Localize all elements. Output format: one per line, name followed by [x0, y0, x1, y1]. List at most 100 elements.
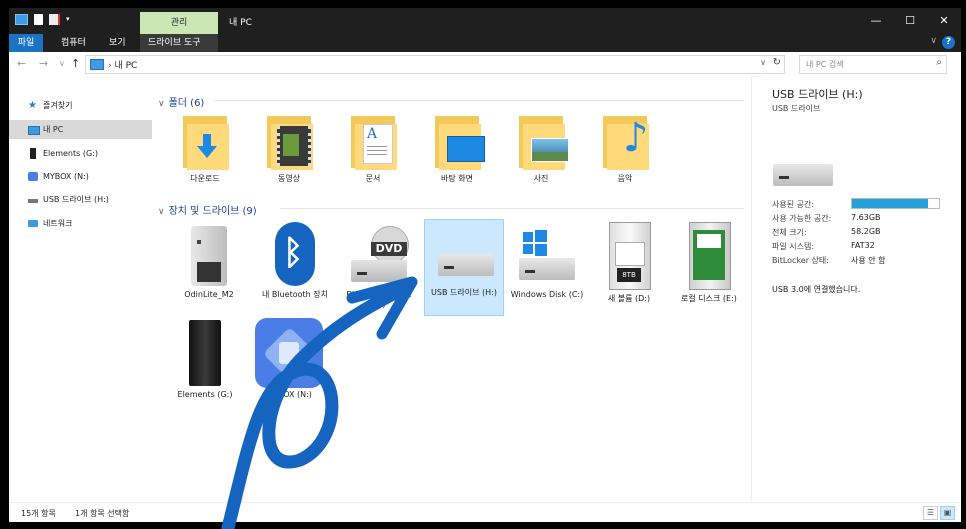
- maximize-button[interactable]: ☐: [893, 8, 927, 34]
- used-space-bar: [851, 198, 940, 209]
- mybox-icon: [28, 172, 38, 181]
- search-placeholder: 내 PC 검색: [806, 60, 844, 69]
- checklist-icon[interactable]: [49, 14, 60, 25]
- tab-view[interactable]: 보기: [101, 34, 134, 52]
- device-windows-disk[interactable]: Windows Disk (C:): [508, 222, 586, 300]
- minimize-button[interactable]: —: [859, 8, 893, 34]
- up-arrow-icon[interactable]: ↑: [71, 57, 80, 70]
- device-label: 로컬 디스크 (E:): [681, 294, 737, 303]
- drive-icon: [30, 148, 36, 159]
- device-mybox[interactable]: MYBOX (N:): [250, 318, 328, 400]
- detail-value: 58.2GB: [851, 227, 881, 236]
- collapse-caret-icon[interactable]: ∨: [158, 207, 165, 217]
- recent-dropdown-icon[interactable]: ∨: [59, 59, 65, 68]
- hard-disk-icon: 8TB: [601, 222, 657, 292]
- tab-drive-tools[interactable]: 드라이브 도구: [140, 34, 218, 52]
- folders-group-header[interactable]: ∨ 폴더 (6): [158, 94, 204, 109]
- sidebar-item-usb[interactable]: USB 드라이브 (H:): [9, 190, 152, 209]
- detail-label: 전체 크기:: [772, 228, 807, 237]
- device-local-disk[interactable]: 로컬 디스크 (E:): [670, 222, 748, 304]
- sidebar-item-favorites[interactable]: ★ 즐겨찾기: [9, 96, 152, 115]
- qat-dropdown-icon[interactable]: ▾: [66, 16, 73, 23]
- pictures-folder-icon: [515, 112, 569, 172]
- folder-label: 음악: [617, 174, 633, 183]
- detail-label: 사용된 공간:: [772, 200, 815, 209]
- desktop-folder-icon: [431, 112, 485, 172]
- large-icons-view-icon[interactable]: ▣: [940, 506, 955, 520]
- device-usb[interactable]: USB 드라이브 (H:): [424, 219, 504, 316]
- sidebar-item-network[interactable]: 네트워크: [9, 214, 152, 233]
- group-divider: [214, 100, 744, 101]
- sidebar-item-mybox[interactable]: MYBOX (N:): [9, 167, 152, 186]
- device-new-volume[interactable]: 8TB 새 볼륨 (D:): [590, 222, 668, 304]
- folder-videos[interactable]: 동영상: [250, 112, 328, 184]
- address-bar-row: ← → ∨ ↑ › 내 PC ∨ ↻ 내 PC 검색 ⌕: [9, 52, 961, 77]
- address-field[interactable]: › 내 PC ∨ ↻: [85, 55, 785, 74]
- music-folder-icon: ♪: [599, 112, 651, 172]
- folder-label: 다운로드: [190, 174, 220, 183]
- ribbon-context-tab-manage[interactable]: 관리: [140, 12, 218, 34]
- device-bluetooth[interactable]: ᛒ 내 Bluetooth 장치: [256, 222, 334, 300]
- search-icon[interactable]: ⌕: [936, 57, 942, 68]
- address-dropdown-icon[interactable]: ∨: [760, 58, 766, 67]
- quick-access-toolbar: ▾: [15, 14, 73, 25]
- folder-desktop[interactable]: 바탕 화면: [418, 112, 496, 184]
- device-label: MYBOX (N:): [266, 390, 312, 399]
- detail-label: BitLocker 상태:: [772, 256, 829, 265]
- device-label: 내 Bluetooth 장치: [261, 290, 328, 299]
- sidebar-item-label: 내 PC: [43, 125, 64, 134]
- star-icon: ★: [28, 100, 37, 111]
- title-bar: ▾ 관리 내 PC — ☐ ✕: [9, 8, 961, 34]
- properties-icon[interactable]: [34, 14, 43, 25]
- sidebar-item-label: USB 드라이브 (H:): [43, 195, 109, 204]
- tab-file[interactable]: 파일: [9, 34, 43, 52]
- devices-group-header[interactable]: ∨ 장치 및 드라이브 (9): [158, 202, 257, 217]
- detail-value: 사용 안 함: [851, 256, 886, 265]
- sidebar-item-this-pc[interactable]: 내 PC: [9, 120, 152, 139]
- refresh-icon[interactable]: ↻: [773, 57, 781, 68]
- device-elements[interactable]: Elements (G:): [166, 318, 244, 400]
- detail-label: 사용 가능한 공간:: [772, 214, 832, 223]
- help-icon[interactable]: ?: [942, 36, 955, 49]
- windows-disk-icon: [517, 222, 577, 288]
- close-button[interactable]: ✕: [927, 8, 961, 34]
- device-label: Windows Disk (C:): [510, 290, 584, 299]
- usb-icon: [28, 199, 38, 203]
- pc-icon: [90, 59, 104, 70]
- back-arrow-icon[interactable]: ←: [17, 57, 26, 70]
- details-pane: USB 드라이브 (H:) USB 드라이브 사용된 공간: 사용 가능한 공간…: [761, 76, 961, 501]
- bluetooth-icon: ᛒ: [267, 222, 323, 288]
- forward-arrow-icon[interactable]: →: [39, 57, 48, 70]
- sidebar-item-label: 네트워크: [43, 219, 73, 228]
- details-view-icon[interactable]: ☰: [923, 506, 938, 520]
- device-dvd[interactable]: DVD DVD RW 드라이브 (F:): [340, 222, 418, 310]
- pc-icon: [28, 126, 40, 135]
- collapse-caret-icon[interactable]: ∨: [158, 99, 165, 109]
- item-count: 15개 항목: [21, 509, 56, 518]
- file-explorer-window: ▾ 관리 내 PC — ☐ ✕ 파일 컴퓨터 보기 드라이브 도구 ∨ ? ← …: [9, 8, 961, 522]
- search-input[interactable]: 내 PC 검색 ⌕: [799, 55, 947, 74]
- detail-value: 7.63GB: [851, 213, 881, 222]
- device-label: 새 볼륨 (D:): [607, 294, 651, 303]
- network-icon: [28, 220, 38, 227]
- folder-pictures[interactable]: 사진: [502, 112, 580, 184]
- hard-disk-green-icon: [681, 222, 737, 292]
- selection-count: 1개 항목 선택함: [75, 509, 130, 518]
- ribbon-expand-icon[interactable]: ∨: [930, 36, 937, 46]
- device-odinlite[interactable]: OdinLite_M2: [170, 222, 248, 300]
- window-title: 내 PC: [229, 18, 252, 28]
- folder-downloads[interactable]: 다운로드: [166, 112, 244, 184]
- sidebar-item-label: MYBOX (N:): [43, 172, 89, 181]
- sidebar-item-label: Elements (G:): [43, 149, 98, 158]
- content-pane: ∨ 폴더 (6) 다운로드 동영상 A 문서 바탕 화면 사진 ♪ 음악 ∨ 장…: [152, 76, 752, 501]
- sidebar-item-elements[interactable]: Elements (G:): [9, 144, 152, 163]
- connection-note: USB 3.0에 연결했습니다.: [772, 285, 861, 294]
- details-subtitle: USB 드라이브: [772, 104, 821, 113]
- videos-folder-icon: [263, 112, 315, 172]
- folder-documents[interactable]: A 문서: [334, 112, 412, 184]
- breadcrumb[interactable]: › 내 PC: [108, 58, 137, 71]
- device-label: USB 드라이브 (H:): [431, 288, 497, 297]
- folder-music[interactable]: ♪ 음악: [586, 112, 664, 184]
- dvd-drive-icon: DVD: [349, 222, 409, 288]
- tab-computer[interactable]: 컴퓨터: [53, 34, 94, 52]
